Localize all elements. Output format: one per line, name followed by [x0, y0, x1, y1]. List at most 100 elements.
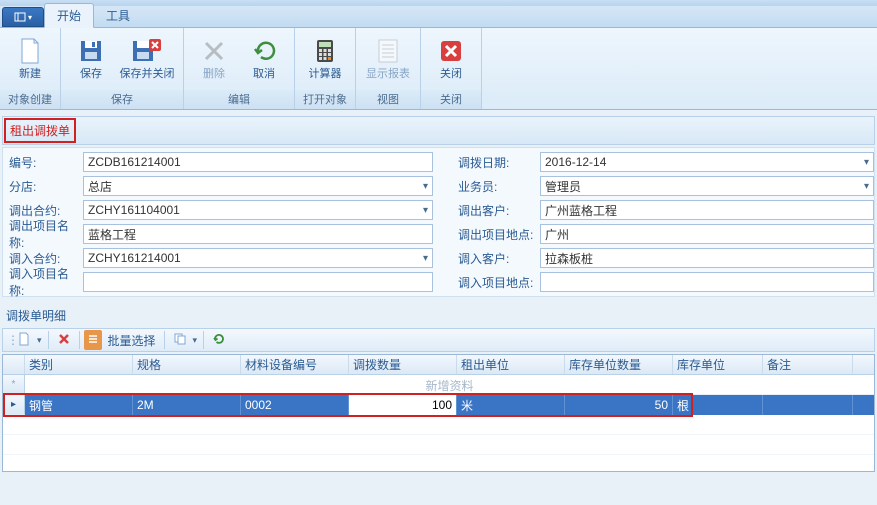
tab-start[interactable]: 开始: [44, 3, 94, 28]
app-menu-button[interactable]: ▾: [2, 7, 44, 27]
col-remark[interactable]: 备注: [763, 355, 853, 374]
chevron-down-icon: ▾: [423, 253, 428, 264]
chevron-down-icon[interactable]: ▾: [193, 335, 200, 346]
col-spec[interactable]: 规格: [133, 355, 241, 374]
report-button[interactable]: 显示报表: [362, 32, 414, 84]
delete-icon: [57, 332, 71, 349]
input-incontract[interactable]: ZCHY161214001▾: [83, 248, 433, 268]
calculator-icon: [309, 35, 341, 67]
new-button[interactable]: 新建: [6, 32, 54, 84]
group-save-label: 保存: [61, 90, 183, 109]
delete-label: 删除: [203, 68, 225, 81]
group-create-label: 对象创建: [0, 90, 60, 109]
save-close-button[interactable]: 保存并关闭: [117, 32, 177, 84]
grid-new-row[interactable]: * 新增资料: [3, 375, 874, 395]
input-inproject[interactable]: [83, 272, 433, 292]
input-outcontract[interactable]: ZCHY161104001▾: [83, 200, 433, 220]
lbl-outaddr: 调出项目地点:: [452, 226, 540, 243]
lbl-outcontract: 调出合约:: [3, 202, 83, 219]
cell-category[interactable]: 钢管: [25, 395, 133, 415]
input-outproject[interactable]: 蓝格工程: [83, 224, 433, 244]
cell-code[interactable]: 0002: [241, 395, 349, 415]
report-icon: [372, 35, 404, 67]
col-outunit[interactable]: 租出单位: [457, 355, 565, 374]
col-category[interactable]: 类别: [25, 355, 133, 374]
copy-icon: [173, 332, 187, 349]
close-button[interactable]: 关闭: [427, 32, 475, 84]
chevron-down-icon: ▾: [423, 181, 428, 192]
section-bar: 租出调拨单: [2, 116, 875, 145]
chevron-down-icon: ▾: [864, 157, 869, 168]
save-label: 保存: [80, 68, 102, 81]
tb-new-button[interactable]: [13, 330, 35, 350]
cell-stockqty[interactable]: 50: [565, 395, 673, 415]
cell-qty[interactable]: 100: [349, 395, 457, 415]
tb-copy-button[interactable]: [169, 330, 191, 350]
input-date[interactable]: 2016-12-14▾: [540, 152, 874, 172]
tb-batch-label[interactable]: 批量选择: [104, 332, 160, 349]
lbl-outproject: 调出项目名称:: [3, 217, 83, 251]
group-close-label: 关闭: [421, 90, 481, 109]
input-no[interactable]: ZCDB161214001: [83, 152, 433, 172]
new-file-icon: [17, 332, 31, 349]
grid-empty-area: [3, 415, 874, 471]
lbl-incustomer: 调入客户:: [452, 250, 540, 267]
input-outcustomer[interactable]: 广州蓝格工程: [540, 200, 874, 220]
tab-tools[interactable]: 工具: [94, 4, 142, 27]
ribbon: 新建 对象创建 保存 保存并关闭 保存: [0, 28, 877, 110]
detail-title: 调拨单明细: [2, 305, 875, 326]
new-label: 新建: [19, 68, 41, 81]
cell-remark[interactable]: [763, 395, 853, 415]
form-area: 编号: ZCDB161214001 调拨日期: 2016-12-14▾ 分店: …: [2, 147, 875, 297]
tb-batch-icon[interactable]: [84, 330, 102, 350]
grid-data-row[interactable]: ▸ 钢管 2M 0002 100 米 50 根: [3, 395, 874, 415]
col-code[interactable]: 材料设备编号: [241, 355, 349, 374]
detail-toolbar: ⋮ ▾ 批量选择 ▾: [2, 328, 875, 352]
save-button[interactable]: 保存: [67, 32, 115, 84]
delete-button[interactable]: 删除: [190, 32, 238, 84]
lbl-no: 编号:: [3, 154, 83, 171]
save-icon: [75, 35, 107, 67]
input-incustomer[interactable]: 拉森板桩: [540, 248, 874, 268]
group-view-label: 视图: [356, 90, 420, 109]
col-stockqty[interactable]: 库存单位数量: [565, 355, 673, 374]
lbl-branch: 分店:: [3, 178, 83, 195]
delete-icon: [198, 35, 230, 67]
doc-title: 租出调拨单: [4, 118, 76, 143]
close-icon: [435, 35, 467, 67]
new-row-placeholder: 新增资料: [25, 375, 874, 394]
calculator-button[interactable]: 计算器: [301, 32, 349, 84]
ribbon-tabs: ▾ 开始 工具: [0, 6, 877, 28]
report-label: 显示报表: [366, 68, 410, 81]
group-open-label: 打开对象: [295, 90, 355, 109]
col-qty[interactable]: 调拨数量: [349, 355, 457, 374]
grid-header: 类别 规格 材料设备编号 调拨数量 租出单位 库存单位数量 库存单位 备注: [3, 355, 874, 375]
lbl-clerk: 业务员:: [452, 178, 540, 195]
chevron-down-icon: ▾: [423, 205, 428, 216]
cancel-button[interactable]: 取消: [240, 32, 288, 84]
undo-icon: [248, 35, 280, 67]
tb-refresh-button[interactable]: [208, 330, 230, 350]
cell-spec[interactable]: 2M: [133, 395, 241, 415]
group-edit-label: 编辑: [184, 90, 294, 109]
row-selector-header[interactable]: [3, 355, 25, 374]
lbl-incontract: 调入合约:: [3, 250, 83, 267]
save-close-icon: [131, 35, 163, 67]
lbl-date: 调拨日期:: [452, 154, 540, 171]
input-branch[interactable]: 总店▾: [83, 176, 433, 196]
chevron-down-icon[interactable]: ▾: [37, 335, 44, 346]
col-stockunit[interactable]: 库存单位: [673, 355, 763, 374]
cell-outunit[interactable]: 米: [457, 395, 565, 415]
cancel-label: 取消: [253, 68, 275, 81]
refresh-icon: [212, 332, 226, 349]
chevron-down-icon: ▾: [864, 181, 869, 192]
lbl-inproject: 调入项目名称:: [3, 265, 83, 299]
input-clerk[interactable]: 管理员▾: [540, 176, 874, 196]
lbl-outcustomer: 调出客户:: [452, 202, 540, 219]
cell-stockunit[interactable]: 根: [673, 395, 763, 415]
tb-delete-button[interactable]: [53, 330, 75, 350]
list-icon: [87, 333, 99, 348]
input-inaddr[interactable]: [540, 272, 874, 292]
input-outaddr[interactable]: 广州: [540, 224, 874, 244]
lbl-inaddr: 调入项目地点:: [452, 274, 540, 291]
